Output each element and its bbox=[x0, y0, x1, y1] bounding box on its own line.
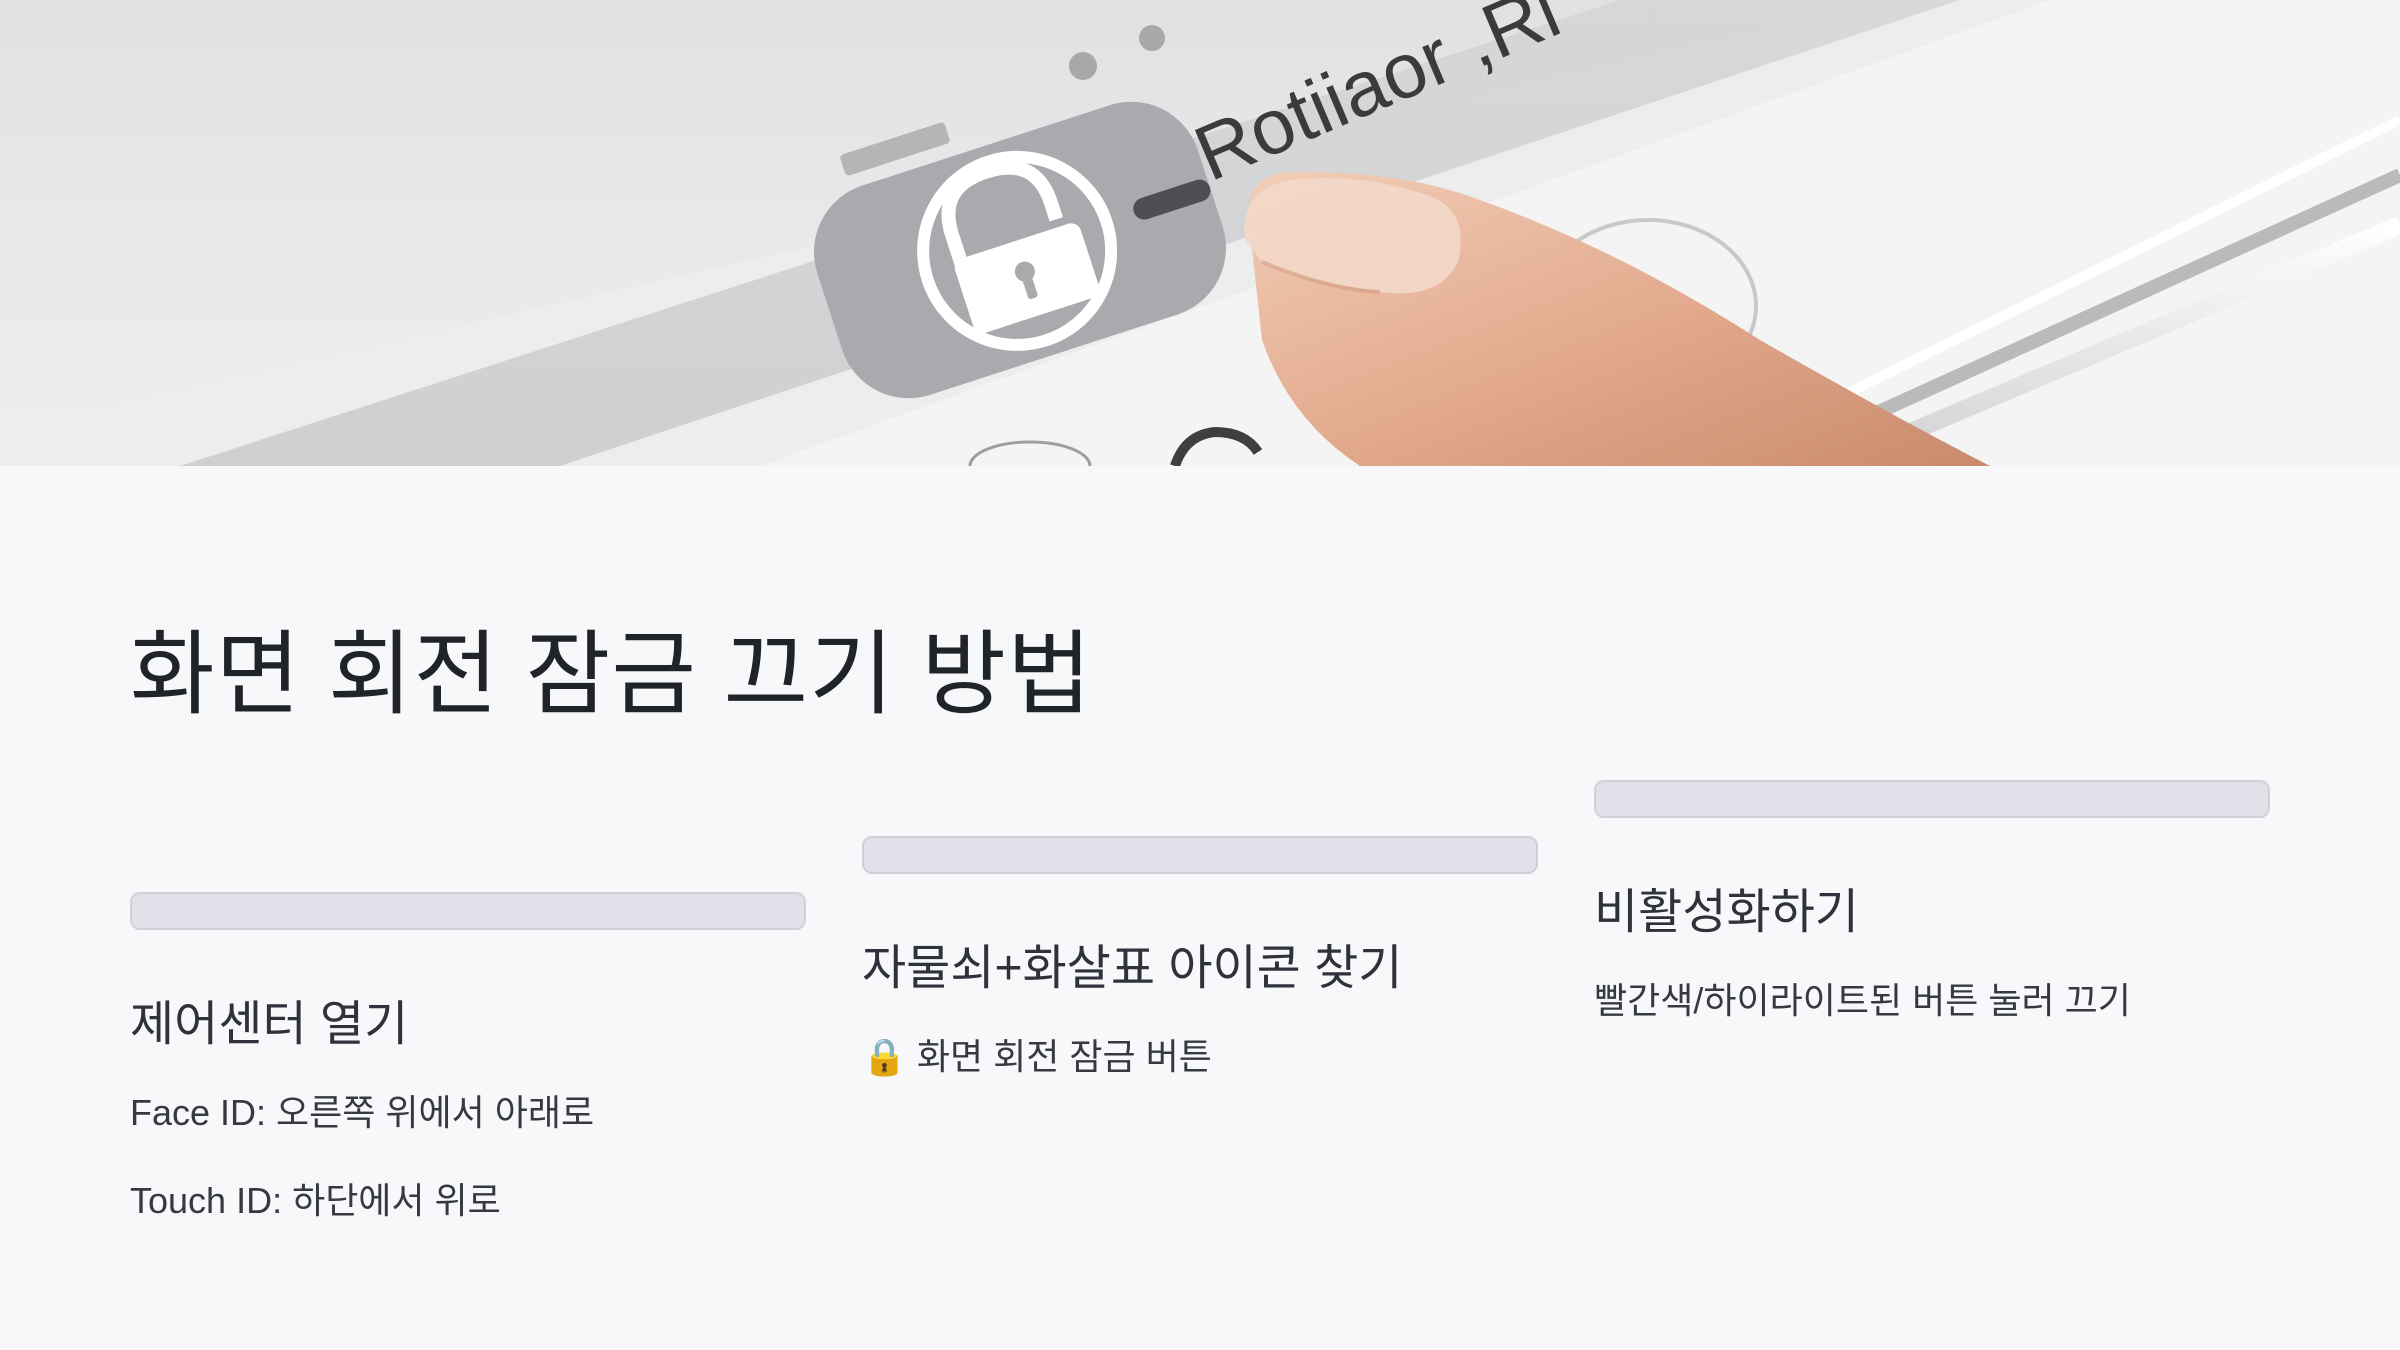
hero-image: Rotiiaor ,Ri bbox=[0, 0, 2400, 466]
step-text: 빨간색/하이라이트된 버튼 눌러 끄기 bbox=[1594, 980, 2131, 1021]
step-bar bbox=[862, 836, 1538, 874]
lock-icon: 🔒 bbox=[862, 1036, 907, 1077]
step-text: Touch ID: 하단에서 위로 bbox=[130, 1180, 501, 1221]
page-title: 화면 회전 잠금 끄기 방법 bbox=[130, 624, 1093, 726]
step-card-2: 자물쇠+화살표 아이콘 찾기 🔒 화면 회전 잠금 버튼 bbox=[862, 836, 1538, 1080]
indicator-dot bbox=[1069, 52, 1097, 80]
step-card-1: 제어센터 열기 Face ID: 오른쪽 위에서 아래로 Touch ID: 하… bbox=[130, 892, 806, 1224]
step-heading: 자물쇠+화살표 아이콘 찾기 bbox=[862, 942, 1403, 995]
indicator-dot bbox=[1139, 25, 1165, 51]
step-card-3: 비활성화하기 빨간색/하이라이트된 버튼 눌러 끄기 bbox=[1594, 780, 2270, 1024]
step-text-label: 화면 회전 잠금 버튼 bbox=[916, 1036, 1212, 1077]
step-text: 🔒 화면 회전 잠금 버튼 bbox=[862, 1028, 1538, 1080]
step-text: Face ID: 오른쪽 위에서 아래로 bbox=[130, 1092, 595, 1133]
step-heading: 비활성화하기 bbox=[1594, 886, 1859, 939]
slide: Rotiiaor ,Ri 화면 회전 잠금 끄기 방법 제어센터 열기 Face… bbox=[0, 0, 2400, 1350]
step-bar bbox=[130, 892, 806, 930]
step-bar bbox=[1594, 780, 2270, 818]
hero-photo: Rotiiaor ,Ri bbox=[0, 0, 2400, 466]
step-heading: 제어센터 열기 bbox=[130, 998, 409, 1051]
